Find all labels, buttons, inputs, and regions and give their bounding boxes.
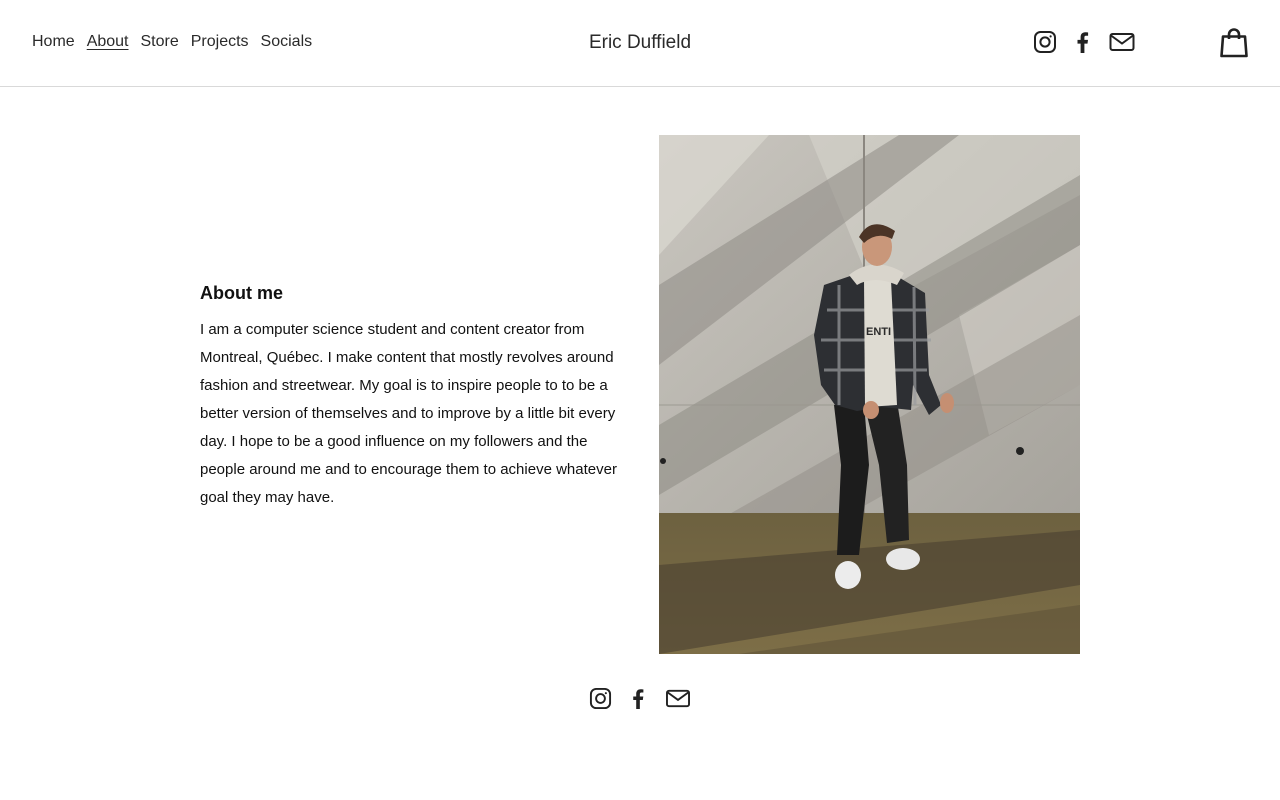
email-icon[interactable]	[1109, 30, 1135, 54]
facebook-icon[interactable]	[627, 687, 650, 710]
instagram-icon[interactable]	[589, 687, 612, 710]
site-header: Home About Store Projects Socials Eric D…	[0, 0, 1280, 87]
instagram-icon[interactable]	[1033, 30, 1057, 54]
header-social-links	[1033, 30, 1135, 54]
about-heading: About me	[200, 283, 283, 303]
facebook-icon[interactable]	[1071, 30, 1095, 54]
email-icon[interactable]	[665, 687, 691, 710]
svg-text:ENTI: ENTI	[866, 326, 891, 338]
profile-photo: ENTI	[659, 135, 1080, 654]
about-body: I am a computer science student and cont…	[200, 321, 617, 506]
footer-social-links	[589, 687, 691, 710]
shopping-bag-icon[interactable]	[1219, 27, 1249, 59]
about-section: About me I am a computer science student…	[200, 282, 620, 512]
